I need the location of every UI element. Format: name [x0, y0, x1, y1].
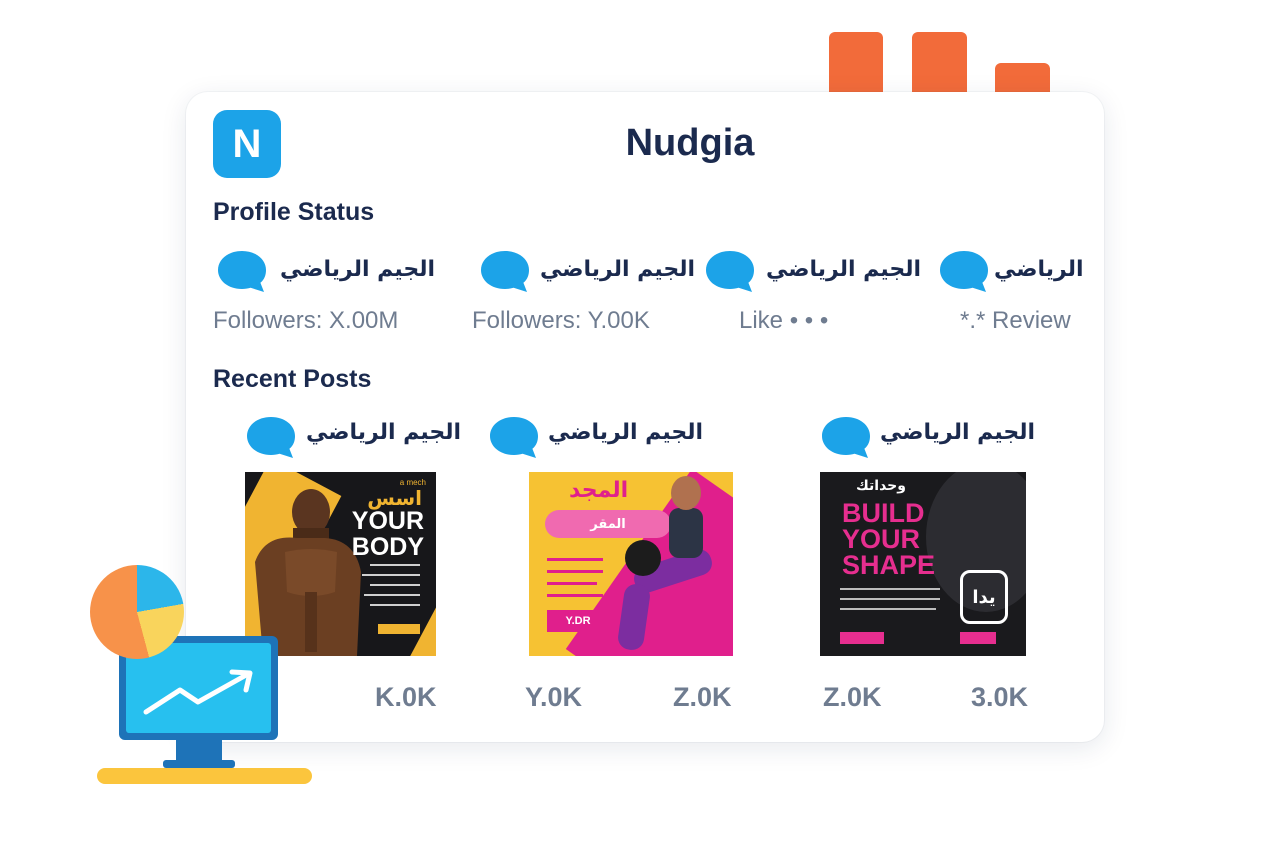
- post-arabic-title: وحداتك: [856, 478, 906, 494]
- text-placeholder-line: [370, 584, 420, 586]
- chat-bubble-icon: [247, 417, 295, 458]
- text-placeholder-line: [370, 604, 420, 606]
- recent-posts-heading: Recent Posts: [213, 365, 372, 393]
- headline-line: BODY: [351, 533, 424, 561]
- dumbbell-icon: [625, 540, 661, 576]
- text-placeholder-line: [547, 582, 597, 585]
- text-placeholder-line: [547, 570, 603, 573]
- post-button-shape: [960, 632, 996, 644]
- text-placeholder-line: [840, 598, 940, 600]
- app-logo[interactable]: N: [213, 110, 281, 178]
- monitor-stand-base: [163, 760, 235, 768]
- monitor-stand: [176, 740, 222, 762]
- post-arabic-title: المجد: [569, 478, 629, 503]
- post-author-name[interactable]: الجيم الرياضي: [306, 420, 461, 445]
- profile-name[interactable]: الرياضي: [994, 257, 1084, 282]
- chat-bubble-icon: [940, 251, 988, 292]
- pie-chart-icon: [90, 565, 184, 659]
- text-placeholder-line: [547, 594, 603, 597]
- post-author-name[interactable]: الجيم الرياضي: [548, 420, 703, 445]
- post-image-1[interactable]: a mech اسس YOUR BODY: [245, 472, 436, 656]
- headline-line: BUILD: [842, 498, 925, 528]
- post-author-name[interactable]: الجيم الرياضي: [880, 420, 1035, 445]
- text-placeholder-line: [364, 594, 420, 596]
- athlete-head: [671, 476, 701, 510]
- chat-bubble-icon: [706, 251, 754, 292]
- profile-stat: Like • • •: [739, 307, 829, 334]
- post-metric: K.0K: [375, 682, 437, 712]
- headline-line: YOUR: [842, 524, 921, 554]
- post-metric: Y.0K: [525, 682, 583, 712]
- post-headline: YOUR BODY: [352, 508, 424, 560]
- post-metric: Z.0K: [673, 682, 732, 712]
- profile-stat: Followers: X.00M: [213, 307, 399, 334]
- post-image-2[interactable]: المجد المقر Y.DR: [529, 472, 733, 656]
- chat-bubble-icon: [490, 417, 538, 458]
- text-placeholder-line: [840, 588, 940, 590]
- text-placeholder-line: [840, 608, 936, 610]
- post-image-3[interactable]: وحداتك BUILD YOUR SHAPE يدا: [820, 472, 1026, 656]
- post-button-shape: [840, 632, 884, 644]
- post-badge: يدا: [960, 570, 1008, 624]
- athlete-torso: [669, 508, 703, 558]
- post-pill: المقر: [545, 510, 671, 538]
- chat-bubble-icon: [218, 251, 266, 292]
- headline-line: SHAPE: [842, 550, 936, 580]
- profile-name[interactable]: الجيم الرياضي: [540, 257, 695, 282]
- image-stripe: [389, 589, 436, 656]
- text-placeholder-line: [547, 558, 603, 561]
- profile-name[interactable]: الجيم الرياضي: [766, 257, 921, 282]
- post-headline: BUILD YOUR SHAPE: [842, 498, 936, 580]
- post-metric: 3.0K: [971, 682, 1029, 712]
- profile-status-heading: Profile Status: [213, 198, 375, 226]
- athlete-figure: [255, 489, 361, 656]
- chat-bubble-icon: [481, 251, 529, 292]
- chat-bubble-icon: [822, 417, 870, 458]
- profile-stat: *.* Review: [960, 307, 1071, 334]
- desk-illustration: [97, 768, 312, 784]
- post-price-tag: Y.DR: [547, 610, 609, 632]
- post-tag: [378, 624, 420, 634]
- app-title: Nudgia: [625, 122, 755, 164]
- post-metric: Z.0K: [823, 682, 882, 712]
- text-placeholder-line: [362, 574, 420, 576]
- profile-name[interactable]: الجيم الرياضي: [280, 257, 435, 282]
- headline-line: YOUR: [351, 507, 424, 535]
- text-placeholder-line: [370, 564, 420, 566]
- trend-up-icon: [143, 669, 253, 715]
- profile-stat: Followers: Y.00K: [472, 307, 650, 334]
